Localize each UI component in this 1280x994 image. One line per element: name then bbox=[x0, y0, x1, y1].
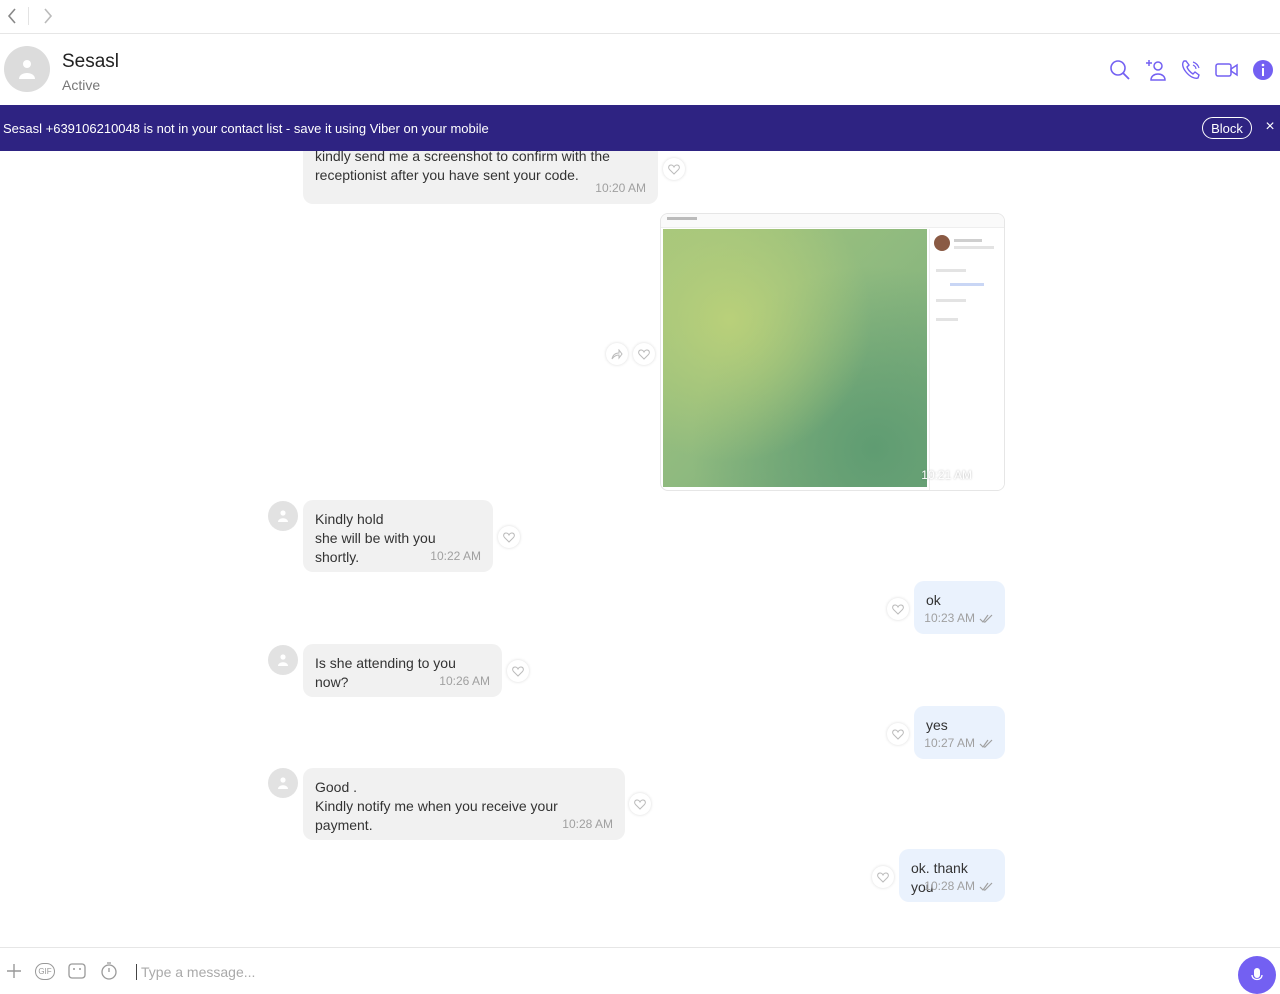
double-check-icon bbox=[979, 614, 993, 623]
message-text: ok bbox=[926, 592, 941, 608]
message-time-text: 10:27 AM bbox=[924, 736, 975, 750]
message-time-text: 10:21 AM bbox=[921, 468, 972, 482]
chat-header: Sesasl Active bbox=[0, 35, 1280, 105]
message-time: 10:26 AM bbox=[439, 672, 490, 691]
video-icon bbox=[1215, 63, 1238, 77]
mic-icon bbox=[1251, 968, 1263, 981]
message-time: 10:27 AM bbox=[924, 734, 993, 753]
heart-icon bbox=[634, 798, 646, 810]
message-text: yes bbox=[926, 717, 948, 733]
sender-avatar[interactable] bbox=[268, 645, 298, 675]
like-button[interactable] bbox=[507, 660, 529, 682]
gif-button[interactable]: GIF bbox=[35, 962, 55, 980]
like-button[interactable] bbox=[498, 526, 520, 548]
message-time: 10:23 AM bbox=[924, 609, 993, 628]
message-time: 10:22 AM bbox=[430, 547, 481, 566]
like-button[interactable] bbox=[629, 793, 651, 815]
not-in-contacts-banner: Sesasl +639106210048 is not in your cont… bbox=[0, 105, 1280, 151]
info-button[interactable] bbox=[1250, 57, 1276, 83]
message-time-text: 10:20 AM bbox=[595, 181, 646, 195]
message-time: 10:20 AM bbox=[595, 179, 646, 198]
sender-avatar[interactable] bbox=[268, 501, 298, 531]
like-button[interactable] bbox=[887, 723, 909, 745]
message-bubble[interactable]: kindly send me a screenshot to confirm w… bbox=[303, 151, 658, 204]
like-button[interactable] bbox=[633, 343, 655, 365]
video-call-button[interactable] bbox=[1214, 57, 1240, 83]
timer-icon bbox=[101, 962, 117, 980]
message-time: 10:28 AM bbox=[924, 877, 993, 896]
banner-close-button[interactable]: × bbox=[1262, 117, 1278, 137]
search-icon bbox=[1110, 60, 1130, 80]
image-screenshot-content bbox=[663, 229, 927, 487]
heart-icon bbox=[892, 603, 904, 615]
gif-icon: GIF bbox=[35, 962, 55, 980]
heart-icon bbox=[892, 728, 904, 740]
info-icon bbox=[1253, 60, 1273, 80]
heart-icon bbox=[503, 531, 515, 543]
message-time-text: 10:28 AM bbox=[924, 879, 975, 893]
sticker-icon bbox=[68, 963, 86, 979]
message-time-text: 10:28 AM bbox=[562, 817, 613, 831]
like-button[interactable] bbox=[663, 158, 685, 180]
plus-icon bbox=[7, 964, 21, 978]
like-button[interactable] bbox=[872, 866, 894, 888]
message-bubble[interactable]: yes 10:27 AM bbox=[914, 706, 1005, 759]
heart-icon bbox=[877, 871, 889, 883]
share-button[interactable] bbox=[606, 343, 628, 365]
image-screenshot-sidebar bbox=[929, 229, 1004, 490]
user-icon bbox=[278, 654, 288, 666]
search-button[interactable] bbox=[1107, 57, 1133, 83]
forward-button[interactable] bbox=[36, 4, 60, 28]
heart-icon bbox=[668, 163, 680, 175]
forward-icon bbox=[44, 8, 53, 24]
contact-avatar[interactable] bbox=[4, 46, 50, 92]
message-bubble[interactable]: Good . Kindly notify me when you receive… bbox=[303, 768, 625, 840]
share-icon bbox=[611, 348, 623, 359]
message-bubble[interactable]: ok. thank you 10:28 AM bbox=[899, 849, 1005, 902]
message-time: 10:21 AM bbox=[921, 468, 990, 482]
message-bubble[interactable]: Is she attending to you now? 10:26 AM bbox=[303, 644, 502, 697]
voice-message-button[interactable] bbox=[1238, 956, 1276, 994]
close-icon: × bbox=[1265, 118, 1275, 135]
contact-status: Active bbox=[62, 77, 101, 93]
call-button[interactable] bbox=[1178, 57, 1204, 83]
message-bubble[interactable]: ok 10:23 AM bbox=[914, 581, 1005, 634]
message-composer: GIF bbox=[0, 947, 1280, 994]
attach-button[interactable] bbox=[4, 962, 24, 980]
nav-bar bbox=[0, 0, 1280, 34]
double-check-icon bbox=[979, 882, 993, 891]
block-button[interactable]: Block bbox=[1202, 117, 1252, 139]
heart-icon bbox=[512, 665, 524, 677]
back-button[interactable] bbox=[0, 4, 24, 28]
add-participant-icon bbox=[1146, 60, 1166, 81]
user-icon bbox=[278, 777, 288, 789]
banner-text: Sesasl +639106210048 is not in your cont… bbox=[3, 121, 489, 136]
message-bubble[interactable]: Kindly hold she will be with you shortly… bbox=[303, 500, 493, 572]
back-icon bbox=[7, 8, 16, 24]
message-time-text: 10:26 AM bbox=[439, 674, 490, 688]
sender-avatar[interactable] bbox=[268, 768, 298, 798]
image-screenshot-topbar bbox=[661, 214, 1004, 228]
like-button[interactable] bbox=[887, 598, 909, 620]
chat-area[interactable]: kindly send me a screenshot to confirm w… bbox=[0, 151, 1280, 947]
image-message[interactable]: 10:21 AM bbox=[660, 213, 1005, 491]
message-time-text: 10:23 AM bbox=[924, 611, 975, 625]
message-time: 10:28 AM bbox=[562, 815, 613, 834]
user-icon bbox=[19, 60, 35, 79]
heart-icon bbox=[638, 348, 650, 360]
add-participant-button[interactable] bbox=[1143, 57, 1169, 83]
user-icon bbox=[278, 510, 288, 522]
contact-name[interactable]: Sesasl bbox=[62, 51, 119, 73]
message-time-text: 10:22 AM bbox=[430, 549, 481, 563]
call-icon bbox=[1181, 60, 1200, 79]
double-check-icon bbox=[979, 739, 993, 748]
nav-separator bbox=[28, 7, 29, 25]
timer-button[interactable] bbox=[99, 962, 119, 980]
double-check-icon bbox=[976, 471, 990, 480]
sticker-button[interactable] bbox=[67, 962, 87, 980]
